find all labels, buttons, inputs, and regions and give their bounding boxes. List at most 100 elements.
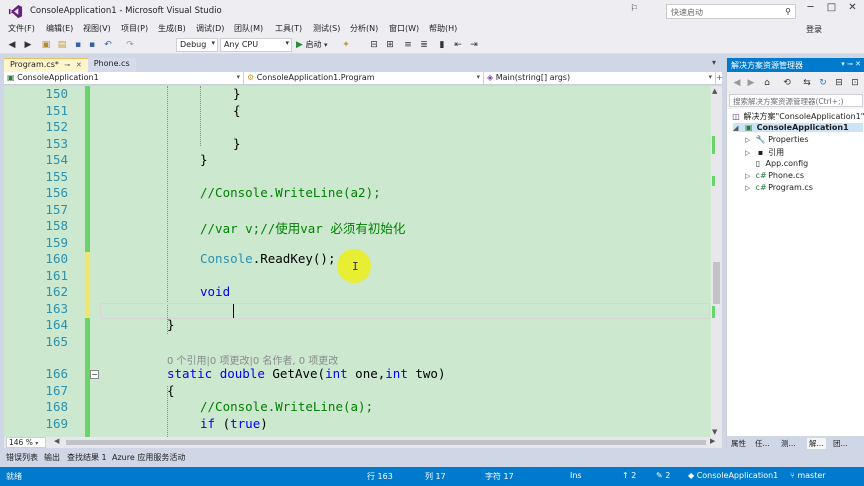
forward-icon[interactable]: ▶	[745, 77, 757, 89]
format-icon[interactable]: ⊞	[384, 39, 396, 51]
browser-link-icon[interactable]: ✦	[340, 39, 352, 51]
horizontal-scrollbar-thumb[interactable]	[66, 440, 706, 445]
expand-icon[interactable]: ▷	[745, 172, 753, 180]
project-dropdown[interactable]: ▣ ConsoleApplication1 ▾	[4, 72, 244, 85]
tree-item-properties[interactable]: ▷ 🔧 Properties	[745, 135, 809, 144]
refresh-icon[interactable]: ↻	[817, 77, 829, 89]
tree-item-project[interactable]: ◢ ▣ ConsoleApplication1	[733, 123, 863, 132]
codelens-info[interactable]: 0 个引用|0 项更改|0 名作者, 0 项更改	[167, 352, 338, 367]
menu-edit[interactable]: 编辑(E)	[46, 23, 73, 34]
pending-changes-icon[interactable]: ⟲	[781, 77, 793, 89]
tab-error-list[interactable]: 错误列表	[6, 452, 38, 463]
scroll-up-icon[interactable]: ▲	[712, 87, 717, 95]
menu-tools[interactable]: 工具(T)	[275, 23, 302, 34]
prev-bookmark-icon[interactable]: ⇤	[452, 39, 464, 51]
document-tabs: Program.cs* ⊸ ✕ Phone.cs	[4, 58, 136, 72]
tab-properties[interactable]: 属性	[731, 438, 746, 449]
next-bookmark-icon[interactable]: ⇥	[468, 39, 480, 51]
home-icon[interactable]: ⌂	[761, 77, 773, 89]
indent-guide	[167, 86, 168, 334]
menu-file[interactable]: 文件(F)	[8, 23, 35, 34]
sync-icon[interactable]: ⇆	[801, 77, 813, 89]
code-comment: //Console.WriteLine(a);	[200, 399, 374, 414]
expand-icon[interactable]: ◢	[733, 124, 741, 132]
tab-test[interactable]: 测...	[781, 438, 796, 449]
zoom-select[interactable]: 146 % ▾	[6, 437, 46, 448]
redo-icon[interactable]: ↷	[124, 39, 136, 51]
new-project-icon[interactable]: ▣	[40, 39, 52, 51]
show-all-files-icon[interactable]: ⊡	[849, 77, 861, 89]
menu-build[interactable]: 生成(B)	[158, 23, 186, 34]
notification-flag-icon[interactable]: ⚐	[630, 4, 638, 14]
code-editor[interactable]: 150 151 152 153 154 155 156 157 158 159 …	[4, 86, 711, 437]
tab-tasks[interactable]: 任...	[755, 438, 770, 449]
status-branch[interactable]: ⑂ master	[790, 471, 826, 480]
minimize-button[interactable]: ─	[800, 2, 821, 13]
expand-icon[interactable]: ▷	[745, 184, 753, 192]
scroll-right-icon[interactable]: ▶	[710, 437, 715, 445]
status-unpublished-commits[interactable]: ↑ 2	[622, 471, 636, 480]
close-button[interactable]: ✕	[842, 2, 863, 13]
member-dropdown[interactable]: ◈ Main(string[] args) ▾	[484, 72, 716, 85]
comment-icon[interactable]: ≡	[402, 39, 414, 51]
open-folder-icon[interactable]: ▤	[56, 39, 68, 51]
collapse-toggle[interactable]: −	[90, 370, 99, 379]
pin-icon[interactable]: ⊸	[64, 61, 70, 69]
tree-item-program-cs[interactable]: ▷ c# Program.cs	[745, 183, 813, 192]
status-repository[interactable]: ◆ ConsoleApplication1	[688, 471, 778, 480]
menu-test[interactable]: 测试(S)	[313, 23, 340, 34]
tab-team[interactable]: 团...	[833, 438, 848, 449]
scrollbar-thumb[interactable]	[713, 262, 720, 304]
step-icon[interactable]: ⊟	[368, 39, 380, 51]
menu-analyze[interactable]: 分析(N)	[350, 23, 378, 34]
line-number: 158	[45, 218, 68, 233]
split-icon[interactable]: +	[716, 73, 723, 82]
scroll-down-icon[interactable]: ▼	[712, 428, 717, 436]
save-icon[interactable]: ▪	[72, 39, 84, 51]
tab-output[interactable]: 输出	[44, 452, 60, 463]
solution-search-input[interactable]: 搜索解决方案资源管理器(Ctrl+;)	[729, 94, 863, 107]
breakpoint-margin[interactable]	[4, 86, 22, 437]
maximize-button[interactable]: □	[821, 2, 842, 13]
tree-item-references[interactable]: ▷ ▪ 引用	[745, 147, 784, 158]
panel-controls[interactable]: ▾ ⊸ ✕	[841, 60, 861, 68]
tree-item-app-config[interactable]: ▯ App.config	[753, 159, 808, 168]
start-button[interactable]: ▶ 启动 ▾	[296, 39, 328, 50]
collapse-all-icon[interactable]: ⊟	[833, 77, 845, 89]
platform-select[interactable]: Any CPU ▾	[220, 38, 292, 52]
bookmark-icon[interactable]: ▮	[436, 39, 448, 51]
save-all-icon[interactable]: ▪	[86, 39, 98, 51]
scroll-left-icon[interactable]: ◀	[54, 437, 59, 445]
quick-launch-input[interactable]: 快速启动 ⚲	[666, 4, 796, 19]
tree-item-phone-cs[interactable]: ▷ c# Phone.cs	[745, 171, 804, 180]
tree-item-solution[interactable]: ◫ 解决方案"ConsoleApplication1"	[731, 111, 864, 122]
code-line: }	[233, 135, 241, 151]
expand-icon[interactable]: ▷	[745, 136, 753, 144]
menu-team[interactable]: 团队(M)	[234, 23, 263, 34]
login-link[interactable]: 登录	[806, 24, 822, 35]
tree-label: Program.cs	[768, 183, 813, 192]
vertical-scrollbar[interactable]: ▲ ▼	[711, 86, 722, 437]
tab-phone-cs[interactable]: Phone.cs	[87, 58, 136, 72]
undo-icon[interactable]: ↶	[102, 39, 114, 51]
forward-icon[interactable]: ▶	[22, 39, 34, 51]
solution-configuration-select[interactable]: Debug ▾	[176, 38, 218, 52]
menu-project[interactable]: 项目(P)	[121, 23, 148, 34]
menu-window[interactable]: 窗口(W)	[389, 23, 419, 34]
menu-view[interactable]: 视图(V)	[83, 23, 111, 34]
menu-help[interactable]: 帮助(H)	[429, 23, 457, 34]
expand-icon[interactable]: ▷	[745, 149, 753, 157]
menu-debug[interactable]: 调试(D)	[196, 23, 224, 34]
class-dropdown[interactable]: ⚙ ConsoleApplication1.Program ▾	[244, 72, 484, 85]
uncomment-icon[interactable]: ≣	[418, 39, 430, 51]
close-icon[interactable]: ✕	[76, 61, 82, 69]
tab-find-results[interactable]: 查找结果 1	[67, 452, 107, 463]
tab-program-cs[interactable]: Program.cs* ⊸ ✕	[4, 58, 88, 72]
status-pending-changes[interactable]: ✎ 2	[656, 471, 670, 480]
tab-solution-explorer[interactable]: 解...	[807, 438, 826, 449]
back-icon[interactable]: ◀	[6, 39, 18, 51]
back-icon[interactable]: ◀	[731, 77, 743, 89]
tab-azure-activity[interactable]: Azure 应用服务活动	[112, 452, 185, 463]
tab-overflow-icon[interactable]: ▾	[712, 58, 716, 67]
unsaved-change-marker	[85, 252, 90, 318]
